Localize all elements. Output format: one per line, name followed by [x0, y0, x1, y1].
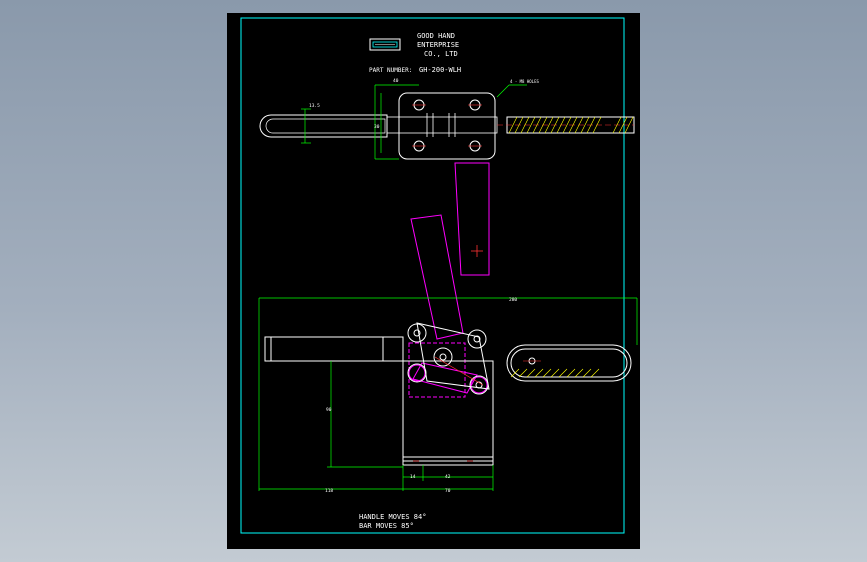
dim-vertical-height: 90: [326, 407, 332, 413]
note-bar-moves: BAR MOVES 85°: [359, 522, 414, 530]
dim-top-width: 40: [393, 78, 399, 84]
note-handle-moves: HANDLE MOVES 84°: [359, 513, 426, 521]
part-number-label: PART NUMBER:: [369, 67, 412, 74]
dim-bottom-segment-a: 14: [410, 474, 416, 480]
side-view-hatch: [510, 368, 600, 378]
company-name-line1: GOOD HAND: [417, 32, 455, 40]
company-name-line2: ENTERPRISE: [417, 41, 459, 49]
drawing-frame: [240, 17, 625, 534]
dim-overall-length: 280: [509, 297, 517, 303]
dim-hole-callout: 4 - M8 HOLES: [510, 79, 539, 84]
company-logo: [369, 38, 401, 51]
dim-bottom-segment-b: 42: [445, 474, 451, 480]
part-number-value: GH-200-WLH: [419, 66, 461, 74]
company-name-line3: CO., LTD: [424, 50, 458, 58]
dim-bottom-total-left: 118: [325, 488, 333, 494]
cad-drawing: GOOD HAND ENTERPRISE CO., LTD PART NUMBE…: [240, 17, 638, 534]
top-view: [259, 92, 635, 160]
side-view: [264, 322, 632, 466]
alternate-position-outline: [408, 162, 490, 398]
side-view-dimensions: [258, 297, 638, 491]
drawing-sheet: GOOD HAND ENTERPRISE CO., LTD PART NUMBE…: [227, 13, 640, 549]
dim-top-left-height: 30: [374, 124, 380, 130]
dim-bottom-total-right: 70: [445, 488, 451, 494]
dim-top-side: 13.5: [309, 103, 320, 109]
